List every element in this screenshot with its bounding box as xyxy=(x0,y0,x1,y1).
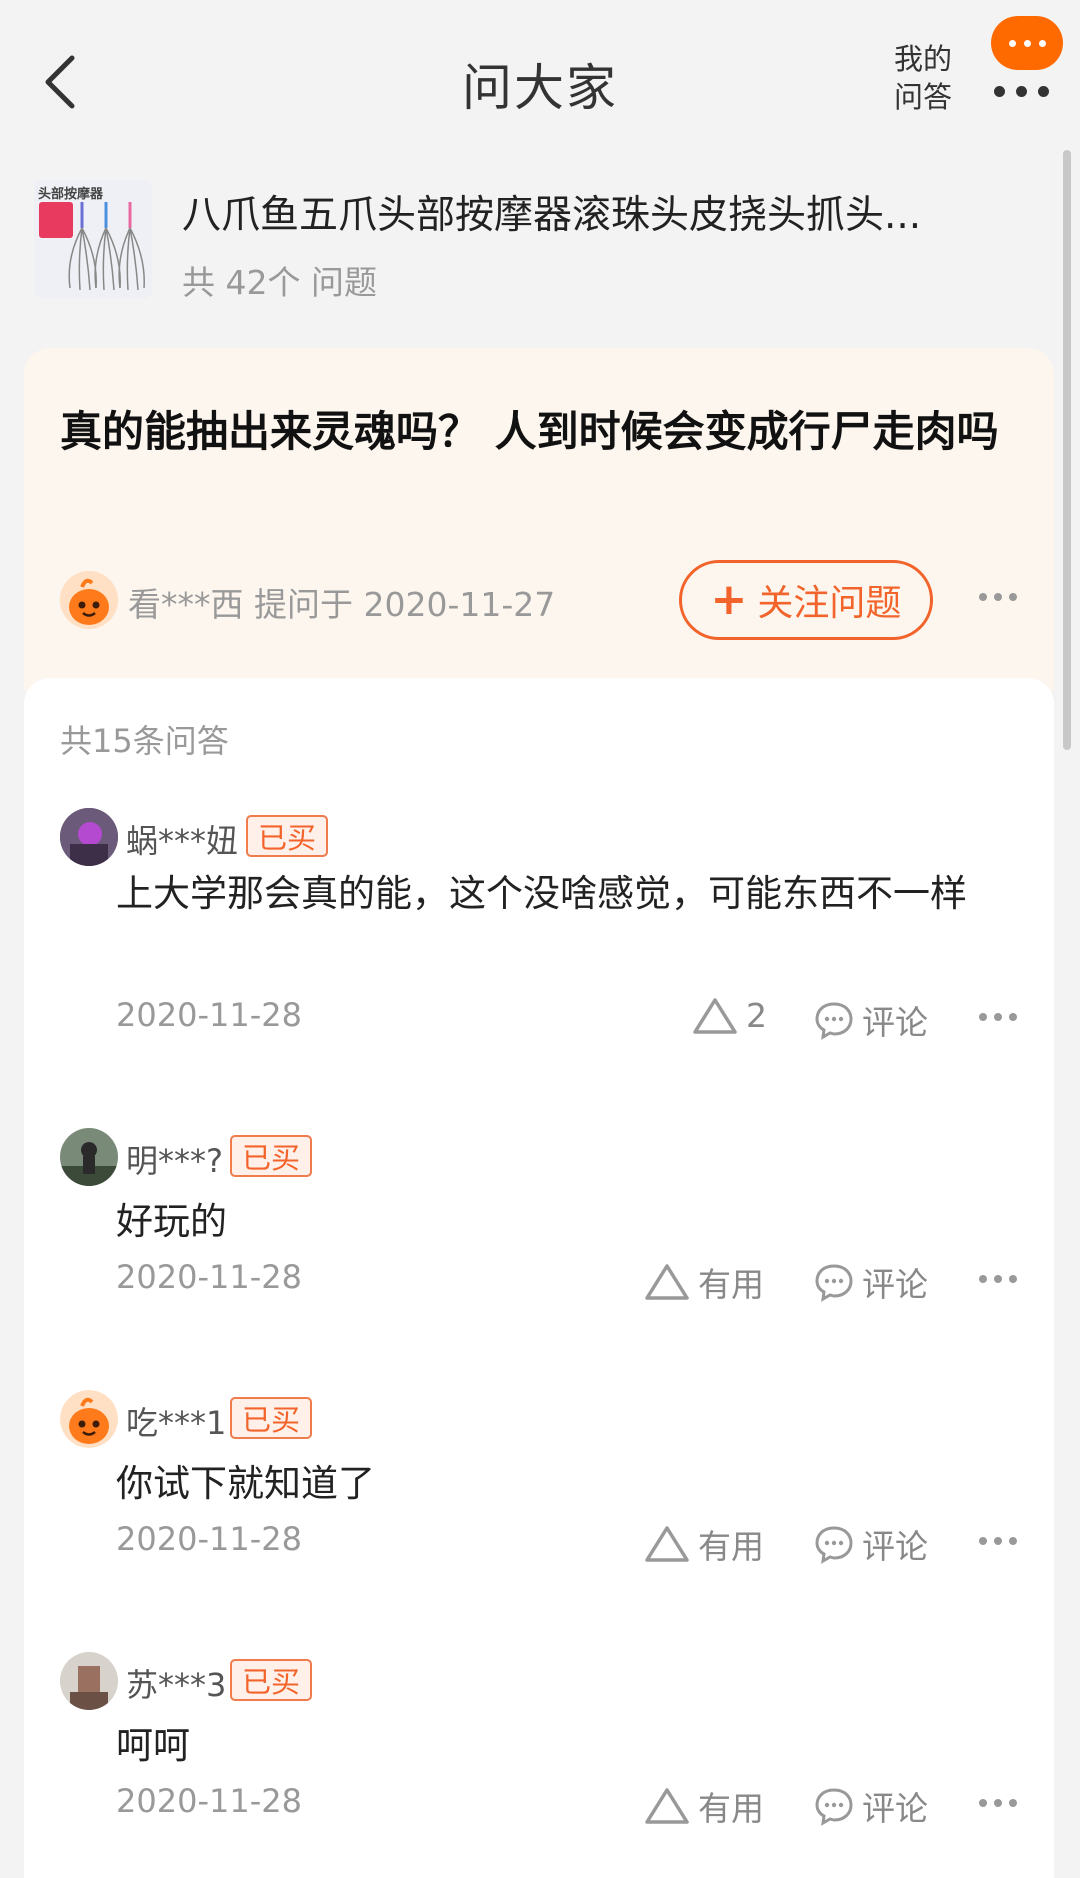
scrollbar[interactable] xyxy=(1063,150,1071,750)
head-massager-image xyxy=(68,202,145,291)
comment-label: 评论 xyxy=(862,1789,928,1828)
answers-count: 共15条问答 xyxy=(60,722,229,760)
comment-bubble-icon xyxy=(815,1526,853,1564)
follow-label: 关注问题 xyxy=(757,583,902,624)
bought-badge: 已买 xyxy=(246,815,329,857)
useful-label: 有用 xyxy=(698,1265,764,1304)
my-qa-link[interactable]: 我的 问答 xyxy=(888,40,958,116)
user-photo-avatar xyxy=(60,808,118,866)
triangle-up-icon xyxy=(645,1788,689,1824)
answer-more-icon[interactable] xyxy=(979,1537,1024,1545)
top-nav-bar: 问大家 我的 问答 xyxy=(0,0,1080,160)
triangle-up-icon xyxy=(693,997,737,1034)
user-photo-avatar xyxy=(60,1128,118,1186)
bought-badge: 已买 xyxy=(230,1135,313,1177)
answer-text: 你试下就知道了 xyxy=(116,1462,375,1505)
bought-badge: 已买 xyxy=(230,1397,313,1439)
question-card: 真的能抽出来灵魂吗？ 人到时候会变成行尸走肉吗 看***西 提问于 2020-1… xyxy=(24,348,1054,708)
product-name: 八爪鱼五爪头部按摩器滚珠头皮挠头抓头... xyxy=(182,193,922,238)
useful-button[interactable]: 有用 xyxy=(644,1520,764,1568)
answer-more-icon[interactable] xyxy=(979,1799,1024,1807)
answer-date: 2020-11-28 xyxy=(116,1782,302,1820)
comment-button[interactable]: 评论 xyxy=(814,1782,928,1830)
answer-text: 好玩的 xyxy=(116,1200,227,1243)
useful-label: 有用 xyxy=(698,1527,764,1566)
plus-icon: + xyxy=(710,574,748,625)
follow-question-button[interactable]: + 关注问题 xyxy=(679,560,933,640)
comment-label: 评论 xyxy=(862,1003,928,1042)
user-avatar[interactable] xyxy=(60,1652,118,1710)
asked-date: 提问于 2020-11-27 xyxy=(254,585,556,624)
answer-more-icon[interactable] xyxy=(979,1275,1024,1283)
more-dots-icon xyxy=(994,86,1060,97)
comment-button[interactable]: 评论 xyxy=(814,1258,928,1306)
more-menu-button[interactable] xyxy=(985,16,1065,97)
answer-text: 呵呵 xyxy=(116,1724,190,1767)
triangle-up-icon xyxy=(645,1526,689,1562)
product-summary[interactable]: 头部按摩器 八爪鱼五爪头部按摩器滚珠头皮挠头抓头... 共 42个 问题 xyxy=(34,180,1044,302)
mascot-avatar-icon xyxy=(60,1390,118,1448)
answer-username: 蜗***妞 xyxy=(126,822,239,860)
useful-label: 有用 xyxy=(698,1789,764,1828)
answer-date: 2020-11-28 xyxy=(116,1258,302,1296)
answer-username: 苏***3 xyxy=(126,1666,227,1704)
triangle-up-icon xyxy=(645,1264,689,1300)
my-qa-line1: 我的 xyxy=(893,42,952,76)
comment-label: 评论 xyxy=(862,1265,928,1304)
answer-date: 2020-11-28 xyxy=(116,1520,302,1558)
comment-button[interactable]: 评论 xyxy=(814,1520,928,1568)
product-thumbnail: 头部按摩器 xyxy=(34,180,152,298)
user-avatar[interactable] xyxy=(60,1390,118,1448)
bought-badge: 已买 xyxy=(230,1659,313,1701)
comment-bubble-icon xyxy=(815,1264,853,1302)
asker-meta: 看***西 提问于 2020-11-27 xyxy=(128,578,555,626)
answers-panel: 共15条问答 蜗***妞 已买 上大学那会真的能，这个没啥感觉，可能东西不一样 … xyxy=(24,678,1054,1878)
asker-avatar[interactable] xyxy=(60,571,118,629)
answer-more-icon[interactable] xyxy=(979,1013,1024,1021)
comment-label: 评论 xyxy=(862,1527,928,1566)
message-bubble-icon xyxy=(991,16,1063,70)
user-avatar[interactable] xyxy=(60,1128,118,1186)
answer-username: 明***? xyxy=(126,1142,223,1180)
question-more-icon[interactable] xyxy=(979,593,1024,601)
useful-button[interactable]: 有用 xyxy=(644,1782,764,1830)
useful-count: 2 xyxy=(746,996,767,1035)
comment-bubble-icon xyxy=(815,1788,853,1826)
question-title: 真的能抽出来灵魂吗？ 人到时候会变成行尸走肉吗 xyxy=(60,407,999,456)
question-count: 共 42个 问题 xyxy=(182,263,377,302)
my-qa-line2: 问答 xyxy=(893,80,952,114)
useful-button[interactable]: 2 xyxy=(692,996,767,1035)
user-avatar[interactable] xyxy=(60,808,118,866)
useful-button[interactable]: 有用 xyxy=(644,1258,764,1306)
mascot-avatar-icon xyxy=(60,571,118,629)
comment-button[interactable]: 评论 xyxy=(814,996,928,1044)
comment-bubble-icon xyxy=(815,1002,853,1040)
answer-username: 吃***1 xyxy=(126,1404,227,1442)
user-photo-avatar xyxy=(60,1652,118,1710)
answer-date: 2020-11-28 xyxy=(116,996,302,1034)
asker-name: 看***西 xyxy=(128,585,244,624)
answer-text: 上大学那会真的能，这个没啥感觉，可能东西不一样 xyxy=(116,872,967,915)
